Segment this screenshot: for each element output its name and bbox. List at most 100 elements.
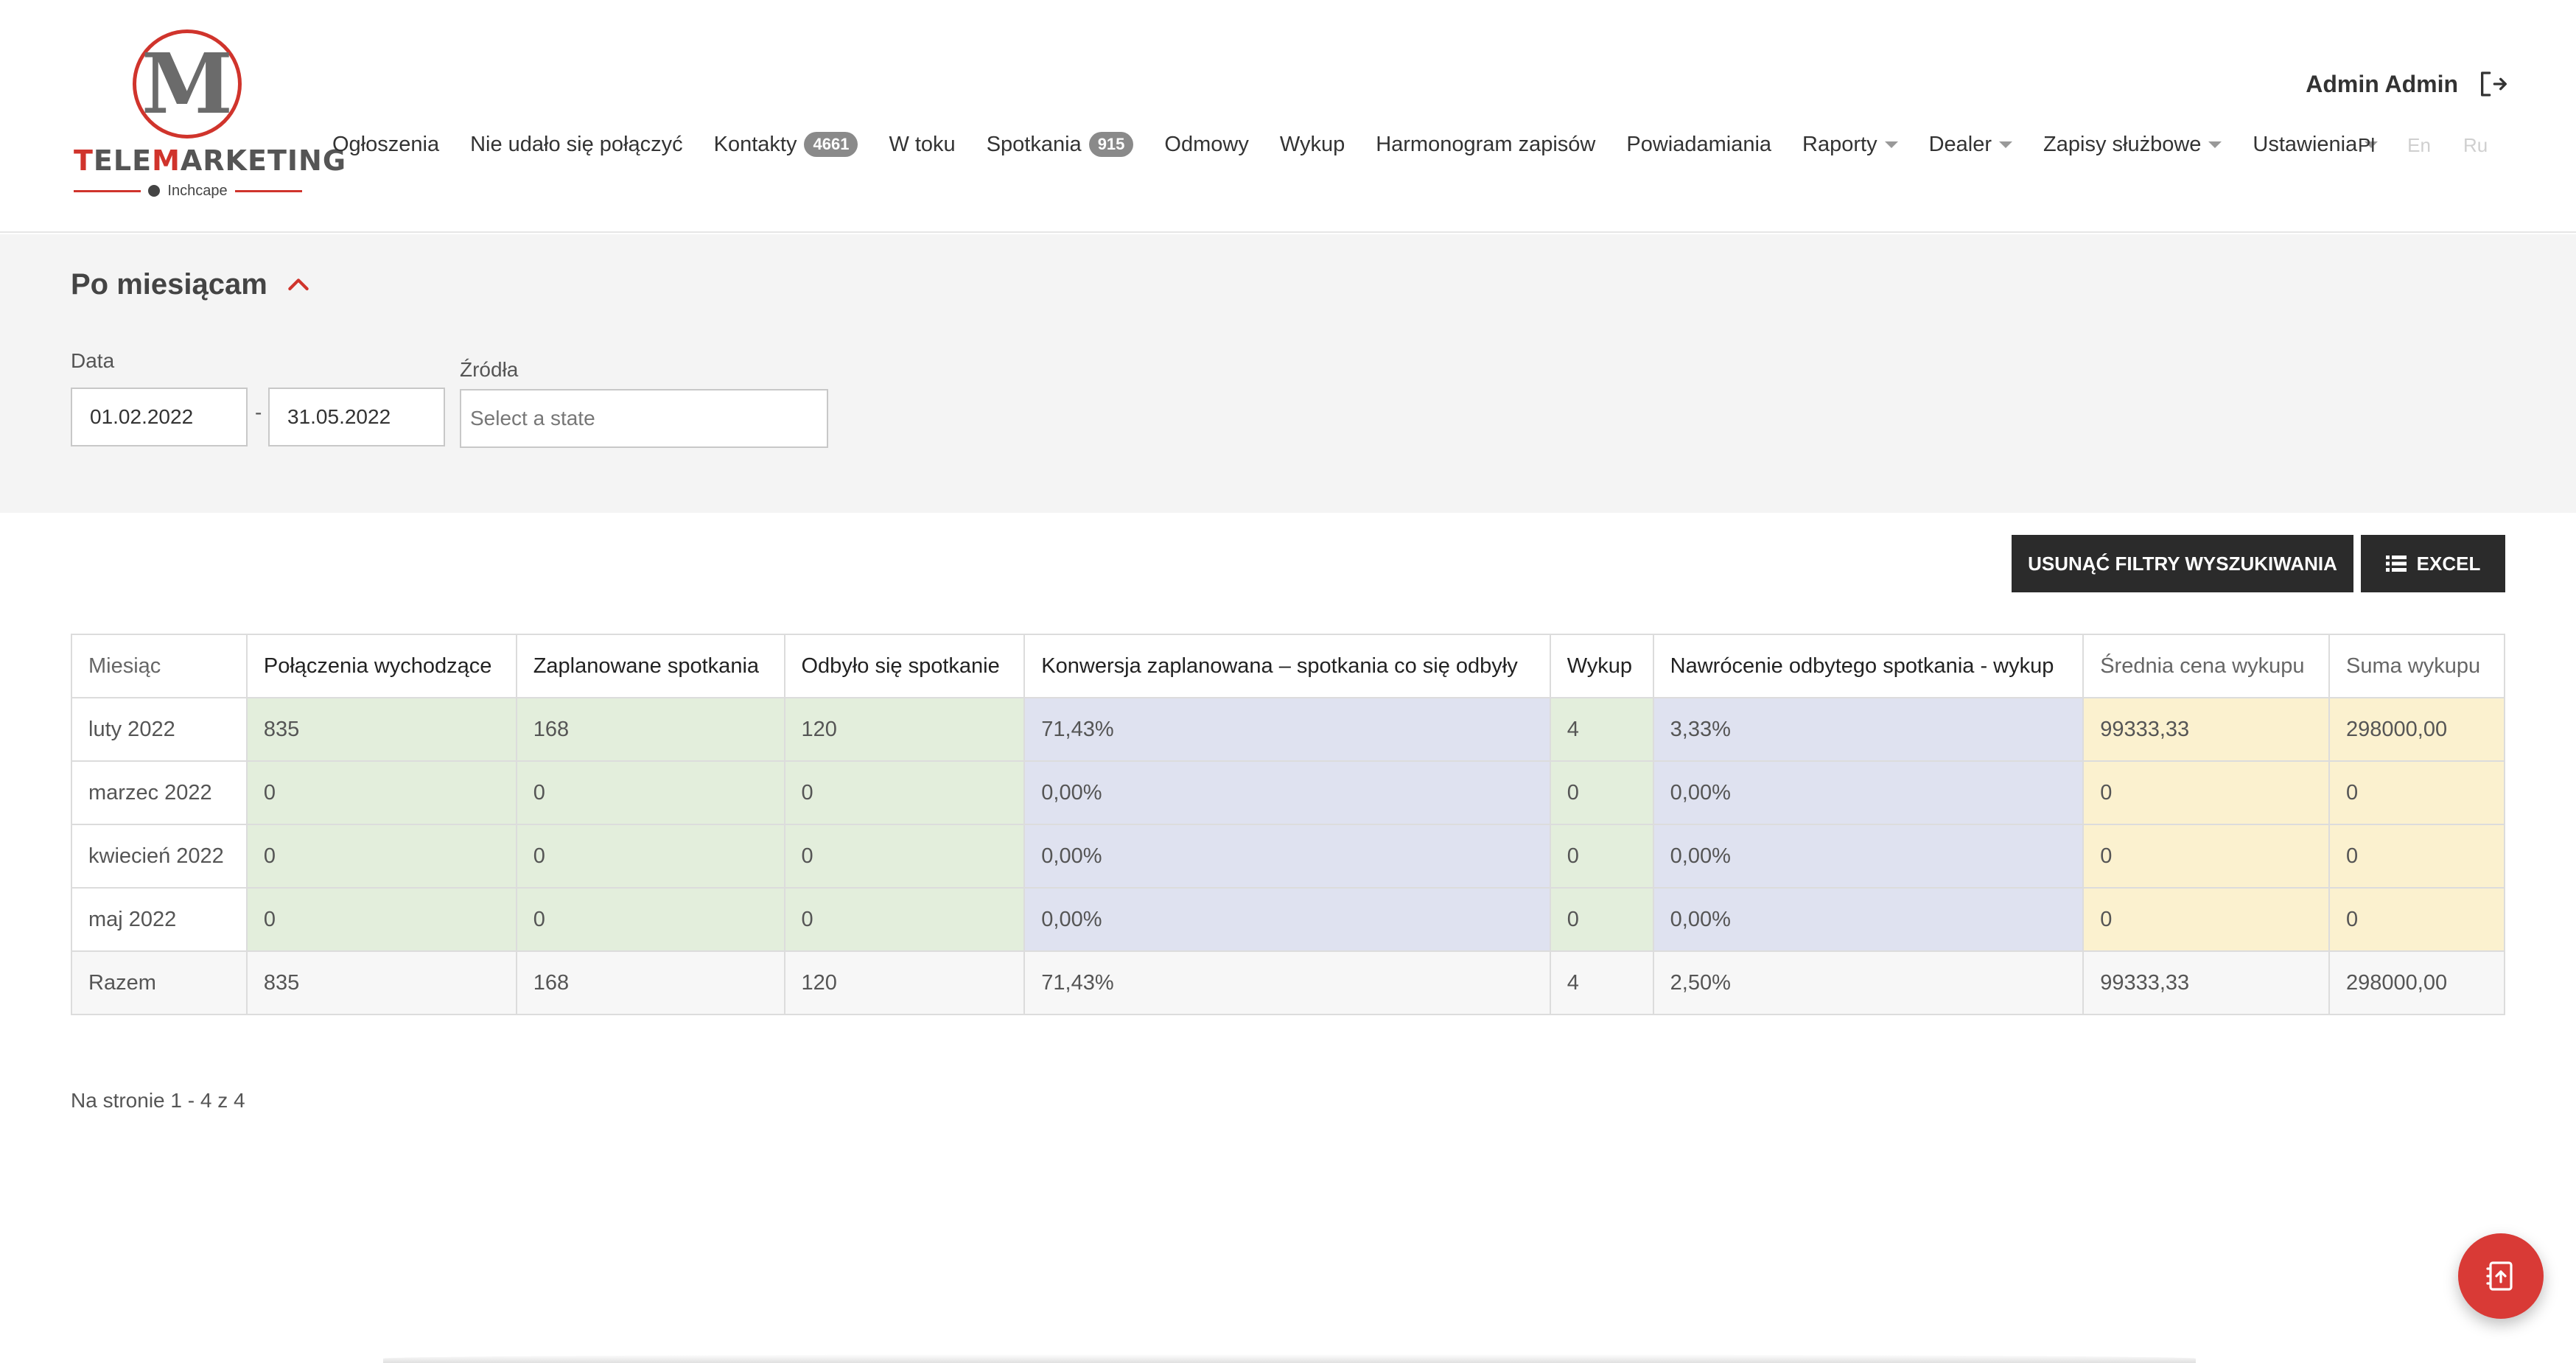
nav-item-ogloszenia[interactable]: Ogłoszenia bbox=[317, 127, 455, 162]
table-cell: 0 bbox=[2328, 887, 2505, 952]
table-row: maj 2022 0 0 0 0,00% 0 0,00% 0 0 bbox=[71, 887, 2505, 952]
pagination-info: Na stronie 1 - 4 z 4 bbox=[71, 1089, 245, 1112]
table-cell: 99333,33 bbox=[2082, 697, 2330, 762]
bottom-shadow bbox=[383, 1354, 2196, 1363]
caret-down-icon bbox=[1884, 141, 1898, 148]
table-cell: 0 bbox=[783, 824, 1026, 889]
spotkania-count-badge: 915 bbox=[1088, 132, 1134, 157]
caret-down-icon bbox=[2208, 141, 2222, 148]
logo-letter: M bbox=[141, 35, 233, 133]
table-cell: 0 bbox=[2082, 887, 2330, 952]
table-cell: 0 bbox=[245, 824, 517, 889]
table-cell: 71,43% bbox=[1023, 950, 1551, 1015]
floating-action-button[interactable] bbox=[2458, 1233, 2544, 1319]
language-switcher: Pl En Ru bbox=[2358, 134, 2488, 157]
main-nav: Ogłoszenia Nie udało się połączyć Kontak… bbox=[317, 127, 2393, 162]
inchcape-dot-icon bbox=[148, 185, 161, 197]
filters-panel: Po miesiącam Data - Źródła bbox=[0, 234, 2576, 513]
table-cell: luty 2022 bbox=[71, 697, 248, 762]
section-title[interactable]: Po miesiącam bbox=[71, 268, 313, 301]
table-total-row: Razem 835 168 120 71,43% 4 2,50% 99333,3… bbox=[71, 950, 2505, 1015]
clear-filters-button[interactable]: USUNĄĆ FILTRY WYSZUKIWANIA bbox=[2012, 535, 2353, 592]
column-header[interactable]: Nawrócenie odbytego spotkania - wykup bbox=[1652, 634, 2085, 698]
date-separator: - bbox=[255, 401, 262, 424]
table-cell: 3,33% bbox=[1652, 697, 2085, 762]
table-cell: 168 bbox=[515, 697, 785, 762]
document-upload-icon bbox=[2486, 1261, 2513, 1291]
logo-wordmark: TELEMARKETING bbox=[74, 144, 347, 177]
nav-item-raporty[interactable]: Raporty bbox=[1787, 127, 1914, 162]
nav-item-wykup[interactable]: Wykup bbox=[1264, 127, 1360, 162]
table-cell: 0,00% bbox=[1023, 760, 1551, 825]
table-cell: 0 bbox=[515, 760, 785, 825]
table-row: luty 2022 835 168 120 71,43% 4 3,33% 993… bbox=[71, 697, 2505, 762]
column-header[interactable]: Połączenia wychodzące bbox=[245, 634, 517, 698]
nav-item-harmonogram[interactable]: Harmonogram zapisów bbox=[1360, 127, 1611, 162]
table-cell: 99333,33 bbox=[2082, 950, 2330, 1015]
table-cell: 0,00% bbox=[1652, 760, 2085, 825]
table-cell: 835 bbox=[245, 950, 517, 1015]
table-cell: 0 bbox=[515, 887, 785, 952]
table-cell: 2,50% bbox=[1652, 950, 2085, 1015]
table-cell: 298000,00 bbox=[2328, 697, 2505, 762]
telemarketing-logo[interactable]: M TELEMARKETING Inchcape bbox=[74, 27, 347, 206]
table-cell: 4 bbox=[1549, 697, 1654, 762]
nav-item-powiadamiania[interactable]: Powiadamiania bbox=[1611, 127, 1787, 162]
nav-item-spotkania[interactable]: Spotkania 915 bbox=[971, 127, 1149, 162]
column-header[interactable]: Średnia cena wykupu bbox=[2082, 634, 2330, 698]
nav-item-nie-udalo-sie[interactable]: Nie udało się połączyć bbox=[455, 127, 699, 162]
header: M TELEMARKETING Inchcape Ogłoszenia Nie … bbox=[0, 0, 2576, 233]
table-cell: 0 bbox=[2082, 760, 2330, 825]
table-cell: 120 bbox=[783, 950, 1026, 1015]
column-header[interactable]: Konwersja zaplanowana – spotkania co się… bbox=[1023, 634, 1551, 698]
column-header[interactable]: Zaplanowane spotkania bbox=[515, 634, 785, 698]
table-cell: 0 bbox=[2328, 824, 2505, 889]
table-cell: 298000,00 bbox=[2328, 950, 2505, 1015]
chevron-up-icon[interactable] bbox=[284, 270, 313, 300]
table-cell: marzec 2022 bbox=[71, 760, 248, 825]
table-row: kwiecień 2022 0 0 0 0,00% 0 0,00% 0 0 bbox=[71, 824, 2505, 889]
list-icon bbox=[2385, 556, 2407, 572]
logo-subtitle: Inchcape bbox=[74, 180, 303, 202]
lang-ru[interactable]: Ru bbox=[2463, 134, 2488, 157]
table-cell: 0 bbox=[245, 760, 517, 825]
user-name[interactable]: Admin Admin bbox=[2306, 71, 2458, 98]
date-from-input[interactable] bbox=[71, 388, 248, 446]
table-cell: 0 bbox=[2328, 760, 2505, 825]
table-cell: 0 bbox=[2082, 824, 2330, 889]
date-label: Data bbox=[71, 349, 115, 372]
date-to-input[interactable] bbox=[268, 388, 445, 446]
table-cell: 0,00% bbox=[1023, 887, 1551, 952]
table-cell: Razem bbox=[71, 950, 248, 1015]
table-row: marzec 2022 0 0 0 0,00% 0 0,00% 0 0 bbox=[71, 760, 2505, 825]
table-cell: 0,00% bbox=[1652, 824, 2085, 889]
table-cell: 835 bbox=[245, 697, 517, 762]
column-header[interactable]: Odbyło się spotkanie bbox=[783, 634, 1026, 698]
column-header[interactable]: Wykup bbox=[1549, 634, 1654, 698]
table-cell: 0 bbox=[515, 824, 785, 889]
table-cell: maj 2022 bbox=[71, 887, 248, 952]
excel-export-button[interactable]: EXCEL bbox=[2361, 535, 2505, 592]
table-cell: 168 bbox=[515, 950, 785, 1015]
nav-item-w-toku[interactable]: W toku bbox=[873, 127, 970, 162]
column-header[interactable]: Suma wykupu bbox=[2328, 634, 2505, 698]
kontakty-count-badge: 4661 bbox=[804, 132, 858, 157]
column-header[interactable]: Miesiąc bbox=[71, 634, 248, 698]
logout-icon[interactable] bbox=[2477, 69, 2507, 99]
lang-en[interactable]: En bbox=[2407, 134, 2431, 157]
table-cell: 0 bbox=[1549, 887, 1654, 952]
nav-item-kontakty[interactable]: Kontakty 4661 bbox=[699, 127, 874, 162]
table-cell: 0 bbox=[783, 760, 1026, 825]
table-header-row: Miesiąc Połączenia wychodzące Zaplanowan… bbox=[71, 634, 2505, 698]
table-cell: 0 bbox=[245, 887, 517, 952]
lang-pl[interactable]: Pl bbox=[2358, 134, 2375, 157]
table-cell: 71,43% bbox=[1023, 697, 1551, 762]
sources-select[interactable] bbox=[460, 389, 828, 448]
nav-item-zapisy-sluzbowe[interactable]: Zapisy służbowe bbox=[2028, 127, 2237, 162]
table-cell: 0 bbox=[783, 887, 1026, 952]
table-cell: 4 bbox=[1549, 950, 1654, 1015]
table-cell: kwiecień 2022 bbox=[71, 824, 248, 889]
caret-down-icon bbox=[1999, 141, 2013, 148]
nav-item-dealer[interactable]: Dealer bbox=[1914, 127, 2028, 162]
nav-item-odmowy[interactable]: Odmowy bbox=[1149, 127, 1264, 162]
